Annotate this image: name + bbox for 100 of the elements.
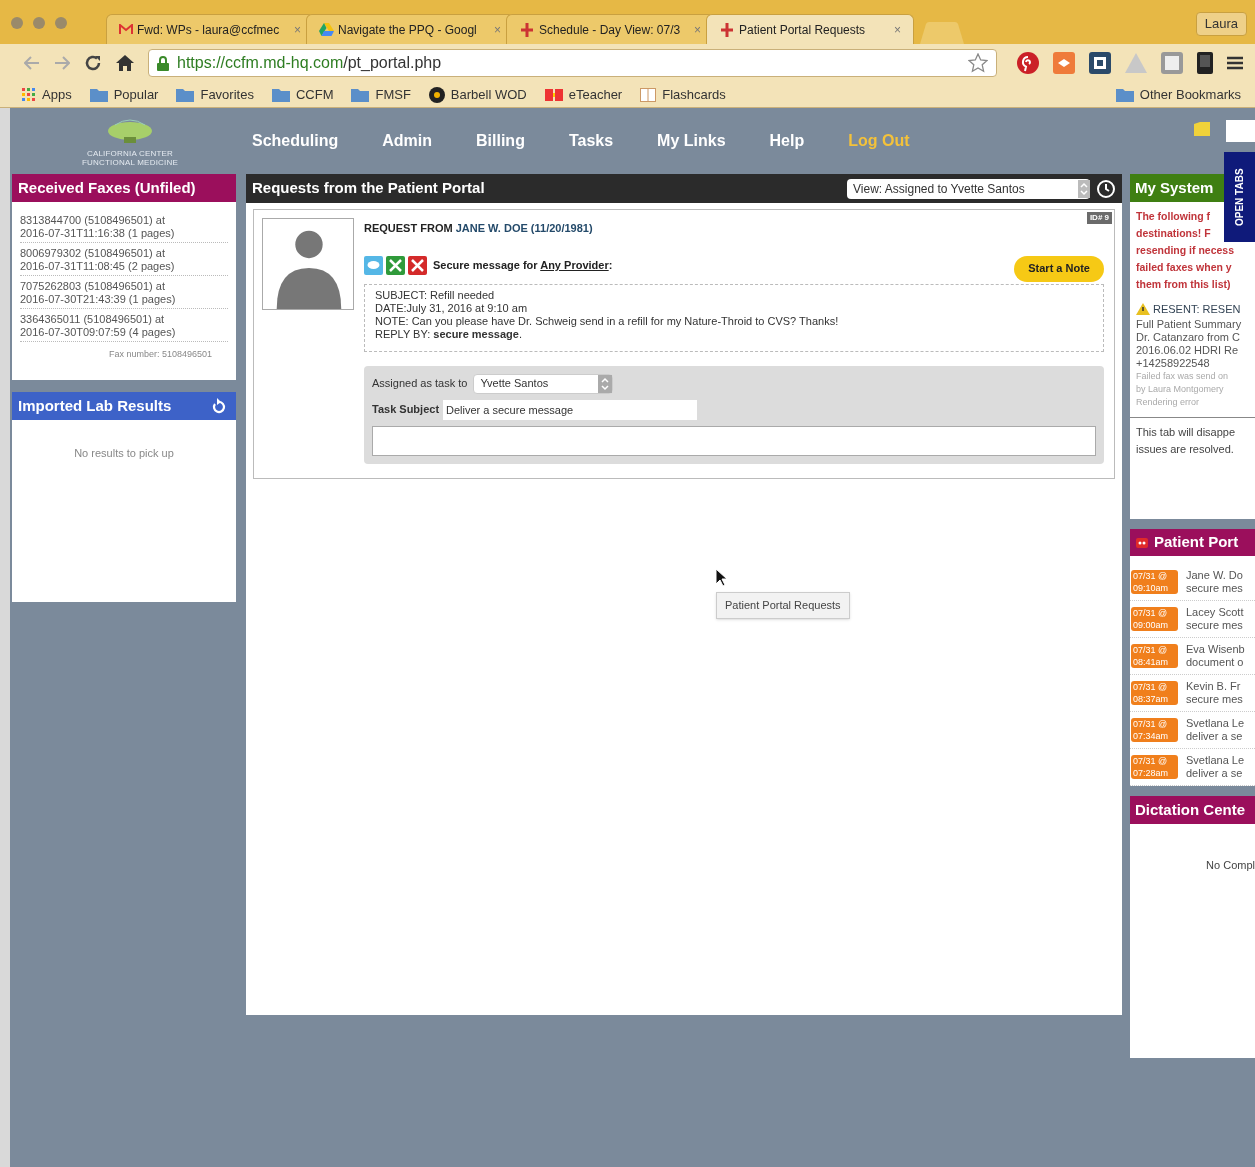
fax-item[interactable]: 8313844700 (5108496501) at 2016-07-31T11:16:38 (1 pages)	[20, 214, 228, 243]
bookmark-item[interactable]: CCFM	[271, 84, 334, 105]
note-icon[interactable]	[1194, 122, 1210, 136]
profile-button[interactable]: Laura	[1195, 12, 1247, 36]
close-icon[interactable]: ×	[894, 20, 901, 39]
tab-title: Fwd: WPs - laura@ccfmec	[137, 21, 281, 39]
request-type: deliver a se	[1186, 767, 1244, 780]
request-type: deliver a se	[1186, 730, 1244, 743]
badge-icon	[1136, 537, 1148, 548]
spreadsheet-x-icon[interactable]	[386, 256, 405, 275]
empty-text: No Compl	[1206, 858, 1255, 873]
portal-request-item[interactable]: 07/31 @ 08:37am Kevin B. Fr secure mes	[1130, 675, 1255, 712]
portal-request-item[interactable]: 07/31 @ 07:28am Svetlana Le deliver a se	[1130, 749, 1255, 786]
star-icon[interactable]	[968, 53, 988, 73]
chat-bubble-icon[interactable]	[364, 256, 383, 275]
date-badge: 07/31 @ 08:37am	[1131, 681, 1178, 705]
nav-link[interactable]: Admin	[382, 129, 432, 153]
folder-icon	[89, 87, 108, 102]
nav-link[interactable]: Billing	[476, 129, 525, 153]
id-badge: ID# 9	[1086, 212, 1112, 224]
notice-text: This tab will disappe	[1136, 424, 1237, 440]
url-text: https://ccfm.md-hq.com/pt_portal.php	[177, 54, 442, 71]
date-badge: 07/31 @ 08:41am	[1131, 644, 1178, 668]
fax-number-text: Fax number: 5108496501	[108, 348, 212, 361]
bookmark-item[interactable]: Flashcards	[640, 84, 726, 105]
bookmark-item[interactable]: Barbell WOD	[428, 84, 527, 105]
portal-request-item[interactable]: 07/31 @ 09:10am Jane W. Do secure mes	[1130, 564, 1255, 601]
message-line: DATE:July 31, 2016 at 9:10 am	[375, 301, 529, 315]
cursor-icon	[716, 569, 728, 587]
grid-icon	[22, 87, 36, 102]
nav-link[interactable]: My Links	[657, 129, 726, 153]
fax-item[interactable]: 7075262803 (5108496501) at 2016-07-30T21:43:39 (1 pages)	[20, 280, 228, 309]
portal-request-item[interactable]: 07/31 @ 08:41am Eva Wisenb document o	[1130, 638, 1255, 675]
provider-link[interactable]: Any Provider	[540, 259, 609, 272]
browser-tab[interactable]: Patient Portal Requests ×	[706, 14, 914, 44]
empty-text: No results to pick up	[73, 446, 175, 461]
forward-icon[interactable]	[54, 56, 70, 70]
nav-link[interactable]: Scheduling	[252, 129, 339, 153]
refresh-icon[interactable]	[212, 398, 226, 414]
blank-field[interactable]	[1226, 120, 1255, 142]
task-subject-field[interactable]: Deliver a secure message	[443, 399, 698, 420]
folder-icon	[351, 87, 370, 102]
portal-request-item[interactable]: 07/31 @ 09:00am Lacey Scott secure mes	[1130, 601, 1255, 638]
logo-text: FUNCTIONAL MEDICINE	[82, 158, 178, 167]
message-line: SUBJECT: Refill needed	[375, 288, 496, 302]
folder-icon	[271, 87, 290, 102]
date-badge: 07/31 @ 07:34am	[1131, 718, 1178, 742]
nav-link[interactable]: Tasks	[568, 129, 614, 153]
failure-text: Rendering error	[1136, 395, 1201, 409]
lock-icon	[157, 55, 169, 71]
assignee-select[interactable]: Yvette Santos	[473, 373, 614, 394]
folder-icon	[1115, 87, 1134, 102]
tab-title: Schedule - Day View: 07/3	[539, 21, 682, 39]
folder-icon	[176, 87, 195, 102]
task-text-field[interactable]	[372, 425, 1096, 456]
warning-icon	[1136, 303, 1150, 316]
panel-title: Imported Lab Results	[18, 395, 172, 416]
menu-icon[interactable]	[1227, 56, 1243, 70]
book-icon	[640, 87, 657, 102]
bookmark-item[interactable]: Apps	[22, 84, 72, 105]
view-select[interactable]: View: Assigned to Yvette Santos	[847, 178, 1090, 199]
fax-detail-text: Dr. Catanzaro from C	[1136, 330, 1241, 344]
message-line: REPLY BY: secure message.	[375, 327, 523, 341]
back-icon[interactable]	[24, 56, 40, 70]
address-bar[interactable]: https://ccfm.md-hq.com/pt_portal.php	[148, 49, 997, 77]
patient-name: Svetlana Le	[1186, 717, 1245, 730]
home-icon[interactable]	[116, 55, 134, 71]
warning-text: destinations! F	[1136, 226, 1211, 241]
patient-name: Kevin B. Fr	[1186, 680, 1242, 693]
fax-item[interactable]: 3364365011 (5108496501) at 2016-07-30T09:07:59 (4 pages)	[20, 313, 228, 342]
patient-name: Lacey Scott	[1186, 606, 1244, 619]
square-icon[interactable]	[1089, 52, 1111, 74]
nav-link[interactable]: Help	[769, 129, 805, 153]
start-note-button[interactable]: Start a Note	[1014, 255, 1104, 282]
fax-detail-text: 2016.06.02 HDRI Re	[1136, 343, 1240, 357]
patient-name: Eva Wisenb	[1186, 643, 1245, 656]
fax-item[interactable]: 8006979302 (5108496501) at 2016-07-31T11:08:45 (2 pages)	[20, 247, 228, 276]
panel-title: Received Faxes (Unfiled)	[12, 174, 236, 202]
triangle-icon	[319, 23, 334, 36]
reload-icon[interactable]	[84, 54, 102, 72]
portal-request-item[interactable]: 07/31 @ 07:34am Svetlana Le deliver a se	[1130, 712, 1255, 749]
bookmark-item[interactable]: Popular	[89, 84, 159, 105]
bookmark-item[interactable]: Other Bookmarks	[1115, 84, 1241, 105]
bookmark-item[interactable]: eTeacher	[544, 84, 623, 105]
patient-name: Jane W. Do	[1186, 569, 1243, 582]
pin-circle-icon[interactable]	[1017, 52, 1039, 74]
history-icon[interactable]	[1096, 178, 1116, 199]
delete-icon[interactable]	[408, 256, 427, 275]
bookmark-item[interactable]: FMSF	[351, 84, 411, 105]
phone-icon[interactable]	[1197, 52, 1213, 74]
fax-detail-text: +14258922548	[1136, 356, 1211, 370]
bookmark-item[interactable]: Favorites	[176, 84, 254, 105]
field-label: Assigned as task to	[372, 376, 468, 392]
request-type: document o	[1186, 656, 1245, 669]
request-type: secure mes	[1186, 693, 1243, 706]
panel-title: Dictation Cente	[1130, 796, 1255, 824]
open-tabs-tab[interactable]: OPEN TABS	[1224, 152, 1255, 242]
tab-title: Navigate the PPQ - Googl	[338, 21, 478, 39]
date-badge: 07/31 @ 09:10am	[1131, 570, 1178, 594]
date-badge: 07/31 @ 07:28am	[1131, 755, 1178, 779]
